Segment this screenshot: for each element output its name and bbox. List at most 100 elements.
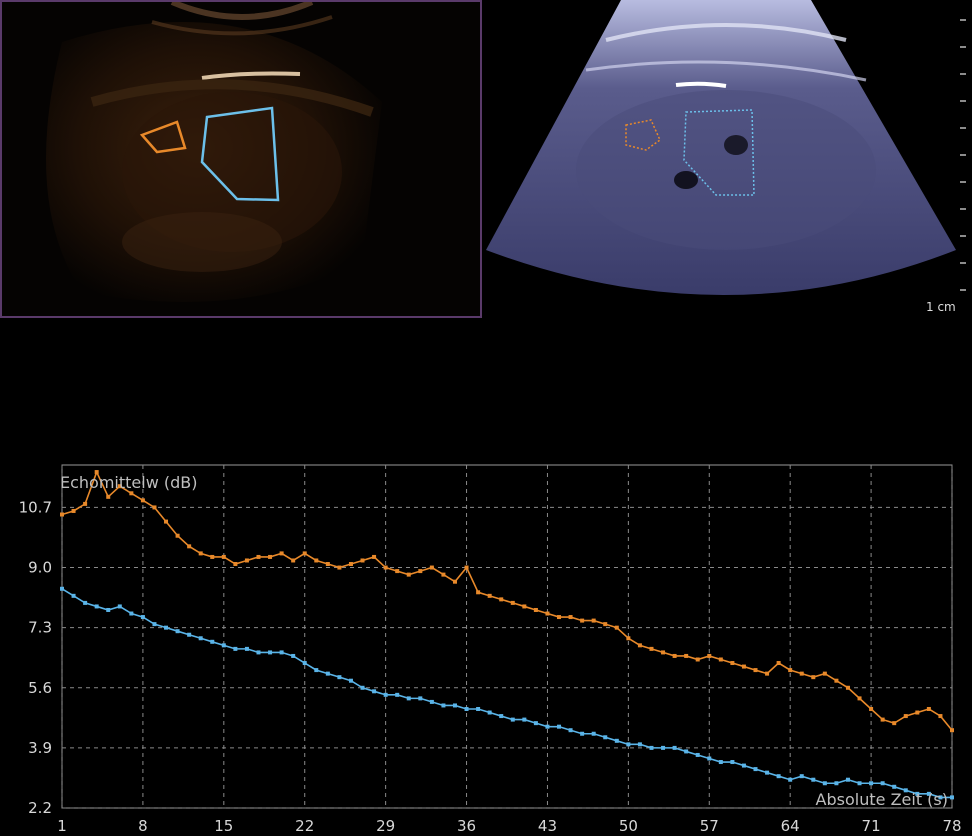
- data-point-orange: [753, 668, 758, 673]
- data-point-blue: [452, 703, 457, 708]
- data-point-blue: [869, 781, 874, 786]
- data-point-orange: [83, 501, 88, 506]
- data-point-blue: [337, 675, 342, 680]
- data-point-blue: [730, 760, 735, 765]
- data-point-blue: [406, 696, 411, 701]
- x-tick-label: 78: [942, 817, 961, 835]
- data-point-orange: [244, 558, 249, 563]
- data-point-blue: [164, 625, 169, 630]
- data-point-orange: [741, 664, 746, 669]
- data-point-blue: [395, 692, 400, 697]
- data-point-blue: [348, 678, 353, 683]
- contrast-ultrasound-image: [0, 0, 482, 318]
- contrast-ultrasound-picture: [46, 2, 382, 302]
- x-tick-label: 1: [57, 817, 67, 835]
- x-tick-label: 57: [700, 817, 719, 835]
- data-point-blue: [325, 671, 330, 676]
- data-point-orange: [487, 593, 492, 598]
- data-point-blue: [429, 699, 434, 704]
- data-point-blue: [672, 745, 677, 750]
- data-point-orange: [71, 508, 76, 513]
- data-point-orange: [822, 671, 827, 676]
- data-point-orange: [580, 618, 585, 623]
- data-point-orange: [522, 604, 527, 609]
- data-point-orange: [441, 572, 446, 577]
- data-point-orange: [869, 706, 874, 711]
- data-point-blue: [614, 738, 619, 743]
- data-point-orange: [60, 512, 64, 517]
- data-point-blue: [372, 689, 377, 694]
- data-point-blue: [499, 714, 504, 719]
- data-point-orange: [279, 551, 284, 556]
- data-point-blue: [487, 710, 492, 715]
- data-point-orange: [106, 494, 111, 499]
- data-point-orange: [626, 636, 631, 641]
- data-point-orange: [325, 562, 330, 567]
- data-point-orange: [938, 714, 943, 719]
- data-point-orange: [510, 600, 515, 605]
- data-point-orange: [302, 551, 307, 556]
- data-point-orange: [857, 696, 862, 701]
- data-point-orange: [903, 714, 908, 719]
- data-point-orange: [950, 728, 954, 733]
- data-point-orange: [256, 554, 261, 559]
- data-point-blue: [233, 646, 238, 651]
- data-point-blue: [845, 777, 850, 782]
- data-point-orange: [429, 565, 434, 570]
- data-point-blue: [441, 703, 446, 708]
- data-point-orange: [198, 551, 203, 556]
- data-point-blue: [256, 650, 261, 655]
- data-point-orange: [314, 558, 319, 563]
- y-tick-label: 7.3: [28, 619, 52, 637]
- data-point-orange: [661, 650, 666, 655]
- time-intensity-chart: Echomittelw (dB) Absolute Zeit (s) 1 8 15 2…: [19, 464, 962, 835]
- data-point-orange: [233, 562, 238, 567]
- data-point-orange: [880, 717, 885, 722]
- data-point-blue: [707, 756, 712, 761]
- data-point-blue: [545, 724, 550, 729]
- data-point-blue: [753, 767, 758, 772]
- data-point-blue: [464, 706, 469, 711]
- data-point-blue: [568, 728, 573, 733]
- x-tick-label: 50: [619, 817, 638, 835]
- data-point-blue: [221, 643, 226, 648]
- data-point-orange: [383, 565, 388, 570]
- data-point-blue: [187, 632, 192, 637]
- data-point-blue: [718, 760, 723, 765]
- data-point-orange: [175, 533, 180, 538]
- data-point-orange: [291, 558, 296, 563]
- data-point-orange: [464, 565, 469, 570]
- data-point-blue: [510, 717, 515, 722]
- data-point-orange: [765, 671, 770, 676]
- data-point-blue: [279, 650, 284, 655]
- data-point-orange: [557, 615, 562, 620]
- data-point-blue: [776, 774, 781, 779]
- x-tick-label: 43: [538, 817, 557, 835]
- data-point-orange: [545, 611, 550, 616]
- data-point-blue: [140, 615, 145, 620]
- series-line-blue: [61, 588, 952, 799]
- data-point-blue: [383, 692, 388, 697]
- data-point-blue: [603, 735, 608, 740]
- data-point-blue: [210, 639, 215, 644]
- data-point-blue: [880, 781, 885, 786]
- data-point-blue: [129, 611, 134, 616]
- data-point-blue: [83, 600, 88, 605]
- data-point-blue: [94, 604, 99, 609]
- bmode-ultrasound-image: [486, 0, 956, 318]
- data-point-orange: [406, 572, 411, 577]
- data-point-blue: [198, 636, 203, 641]
- x-tick-label: 22: [295, 817, 314, 835]
- data-point-blue: [106, 607, 111, 612]
- data-point-blue: [765, 770, 770, 775]
- data-point-orange: [926, 706, 931, 711]
- data-point-blue: [268, 650, 273, 655]
- data-point-blue: [533, 721, 538, 726]
- data-point-orange: [672, 653, 677, 658]
- y-tick-label: 9.0: [28, 559, 52, 577]
- data-point-orange: [591, 618, 596, 623]
- series-line-orange: [61, 469, 953, 731]
- data-point-orange: [476, 590, 481, 595]
- data-point-orange: [360, 558, 365, 563]
- data-point-orange: [140, 498, 145, 503]
